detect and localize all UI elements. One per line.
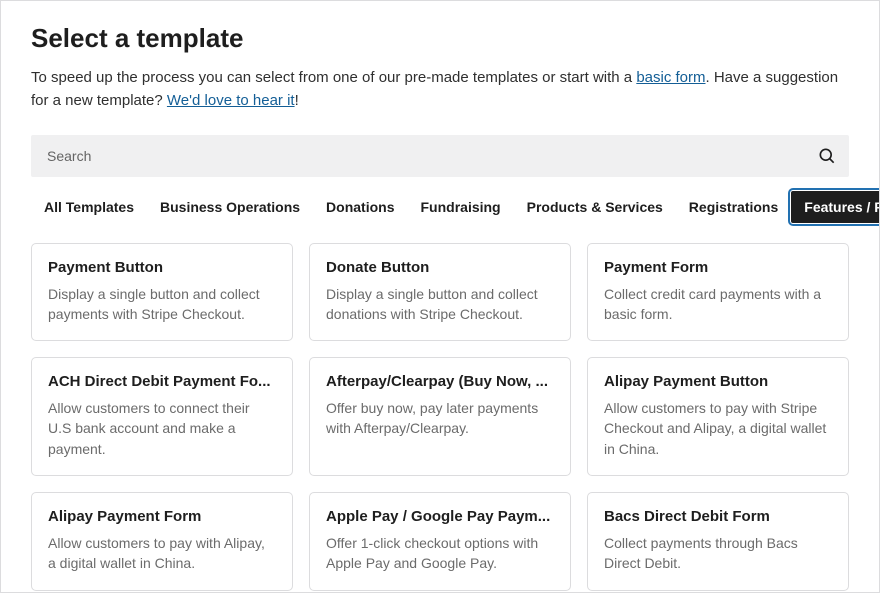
template-card-payment-form[interactable]: Payment Form Collect credit card payment… [587, 243, 849, 342]
template-title: Alipay Payment Button [604, 373, 832, 390]
template-picker-panel: Select a template To speed up the proces… [0, 0, 880, 593]
feedback-link[interactable]: We'd love to hear it [167, 92, 295, 109]
template-desc: Collect payments through Bacs Direct Deb… [604, 533, 832, 574]
template-desc: Allow customers to connect their U.S ban… [48, 398, 276, 459]
template-card-alipay-form[interactable]: Alipay Payment Form Allow customers to p… [31, 492, 293, 591]
template-desc: Allow customers to pay with Alipay, a di… [48, 533, 276, 574]
template-title: Payment Form [604, 259, 832, 276]
template-title: Apple Pay / Google Pay Paym... [326, 508, 554, 525]
template-card-bacs-direct-debit[interactable]: Bacs Direct Debit Form Collect payments … [587, 492, 849, 591]
tab-products-services[interactable]: Products & Services [514, 191, 676, 223]
intro-text: To speed up the process you can select f… [31, 66, 849, 113]
basic-form-link[interactable]: basic form [636, 69, 705, 86]
template-desc: Display a single button and collect paym… [48, 284, 276, 325]
template-title: Payment Button [48, 259, 276, 276]
template-title: Alipay Payment Form [48, 508, 276, 525]
template-desc: Offer buy now, pay later payments with A… [326, 398, 554, 439]
tab-all-templates[interactable]: All Templates [31, 191, 147, 223]
tab-registrations[interactable]: Registrations [676, 191, 791, 223]
template-card-payment-button[interactable]: Payment Button Display a single button a… [31, 243, 293, 342]
template-card-alipay-button[interactable]: Alipay Payment Button Allow customers to… [587, 357, 849, 476]
search-input[interactable] [31, 135, 849, 177]
tab-features-functionality[interactable]: Features / Functionality [791, 191, 880, 223]
tab-business-operations[interactable]: Business Operations [147, 191, 313, 223]
template-desc: Allow customers to pay with Stripe Check… [604, 398, 832, 459]
category-tabs: All Templates Business Operations Donati… [31, 191, 849, 223]
template-desc: Collect credit card payments with a basi… [604, 284, 832, 325]
intro-part-1: To speed up the process you can select f… [31, 69, 636, 86]
template-desc: Offer 1-click checkout options with Appl… [326, 533, 554, 574]
template-card-ach-direct-debit[interactable]: ACH Direct Debit Payment Fo... Allow cus… [31, 357, 293, 476]
template-desc: Display a single button and collect dona… [326, 284, 554, 325]
intro-part-3: ! [295, 92, 299, 109]
template-title: ACH Direct Debit Payment Fo... [48, 373, 276, 390]
tab-fundraising[interactable]: Fundraising [408, 191, 514, 223]
template-title: Donate Button [326, 259, 554, 276]
search-bar [31, 135, 849, 177]
page-title: Select a template [31, 23, 849, 54]
template-card-apple-google-pay[interactable]: Apple Pay / Google Pay Paym... Offer 1-c… [309, 492, 571, 591]
template-card-afterpay-clearpay[interactable]: Afterpay/Clearpay (Buy Now, ... Offer bu… [309, 357, 571, 476]
template-grid: Payment Button Display a single button a… [31, 243, 849, 591]
tab-donations[interactable]: Donations [313, 191, 407, 223]
template-title: Bacs Direct Debit Form [604, 508, 832, 525]
template-title: Afterpay/Clearpay (Buy Now, ... [326, 373, 554, 390]
template-card-donate-button[interactable]: Donate Button Display a single button an… [309, 243, 571, 342]
